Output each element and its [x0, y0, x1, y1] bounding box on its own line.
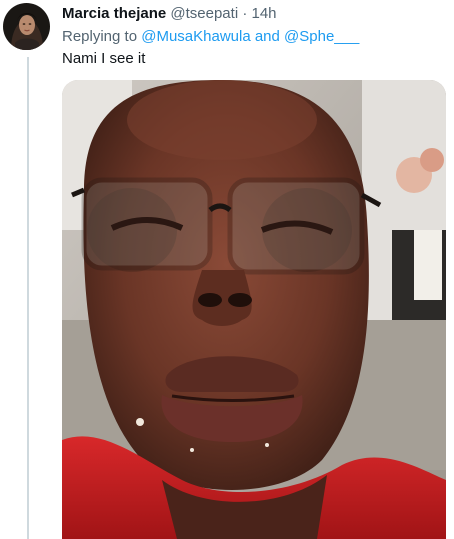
replying-to-label: Replying to [62, 28, 138, 45]
tweet-header: Marcia thejane @tseepati · 14h [62, 4, 277, 24]
display-name[interactable]: Marcia thejane [62, 5, 166, 22]
avatar[interactable] [3, 3, 50, 50]
replying-to-mentions[interactable]: @MusaKhawula and @Sphe___ [141, 28, 359, 45]
tweet-text: Nami I see it [62, 50, 146, 67]
avatar-photo-icon [3, 3, 50, 50]
video-frame-icon [62, 80, 446, 539]
tweet-media[interactable] [62, 80, 446, 539]
thread-connector-line [27, 57, 29, 539]
replying-to-line: Replying to @MusaKhawula and @Sphe___ [62, 27, 359, 47]
user-handle[interactable]: @tseepati [170, 5, 238, 22]
header-separator: · [242, 5, 248, 22]
timestamp[interactable]: 14h [252, 5, 277, 22]
